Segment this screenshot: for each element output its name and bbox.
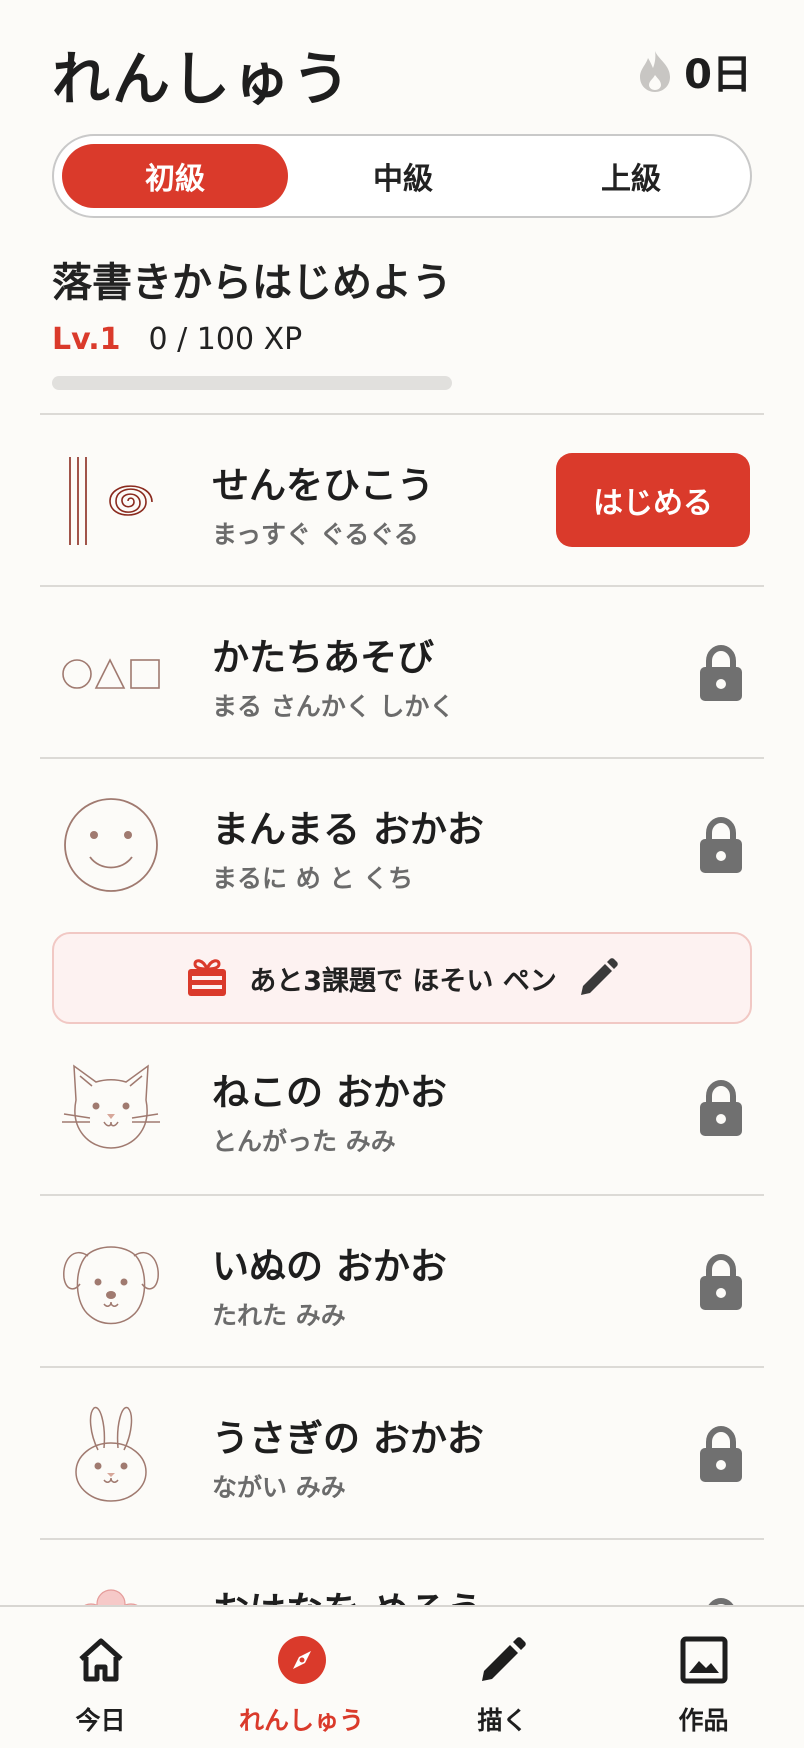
lock-icon xyxy=(700,1254,742,1310)
lesson-name: まんまる おかお xyxy=(212,808,484,851)
lesson-name: せんをひこう xyxy=(212,464,434,507)
page-title: れんしゅう xyxy=(52,45,353,113)
bottom-nav: 今日 れんしゅう 描く 作品 xyxy=(0,1605,804,1748)
nav-label: れんしゅう xyxy=(238,1706,364,1735)
lesson-name: ねこの おかお xyxy=(212,1071,447,1114)
lesson-row[interactable]: せんをひこう まっすぐ ぐるぐる はじめる xyxy=(40,413,764,585)
lesson-row[interactable]: かたちあそび まる さんかく しかく xyxy=(40,585,764,757)
tab-intermediate[interactable]: 中級 xyxy=(290,144,516,208)
rabbit-face-icon xyxy=(75,1406,147,1502)
lesson-description: ながい みみ xyxy=(212,1473,346,1502)
pencil-icon xyxy=(580,958,618,995)
lock-icon xyxy=(700,645,742,701)
nav-practice[interactable]: れんしゅう xyxy=(201,1607,402,1748)
flame-icon xyxy=(640,51,671,92)
level-row: Lv.1 0 / 100 XP xyxy=(52,322,302,357)
lesson-row[interactable]: いぬの おかお たれた みみ xyxy=(40,1194,764,1366)
nav-label: 今日 xyxy=(75,1706,126,1735)
cat-face-icon xyxy=(62,1064,160,1149)
gallery-icon xyxy=(680,1636,728,1684)
reward-banner: あと3課題で ほそい ペン xyxy=(52,932,752,1024)
lesson-description: まるに め と くち xyxy=(212,864,414,893)
streak-counter: 0日 xyxy=(636,42,752,100)
streak-days: 0日 xyxy=(684,52,752,98)
lesson-row[interactable]: うさぎの おかお ながい みみ xyxy=(40,1366,764,1538)
nav-draw[interactable]: 描く xyxy=(402,1607,603,1748)
nav-gallery[interactable]: 作品 xyxy=(603,1607,804,1748)
smiley-face-icon xyxy=(64,798,158,892)
section-title: 落書きからはじめよう xyxy=(52,260,452,306)
nav-label: 作品 xyxy=(678,1706,729,1735)
compass-icon xyxy=(278,1636,326,1684)
lesson-name: いぬの おかお xyxy=(212,1245,447,1288)
lock-icon xyxy=(700,1426,742,1482)
lesson-row[interactable]: まんまる おかお まるに め と くち xyxy=(40,757,764,929)
gift-icon xyxy=(188,959,227,996)
lesson-description: とんがった みみ xyxy=(212,1127,396,1156)
home-icon xyxy=(79,1638,123,1682)
xp-progress-bar xyxy=(52,376,452,390)
xp-text: 0 / 100 XP xyxy=(148,322,303,357)
lesson-description: まっすぐ ぐるぐる xyxy=(212,520,419,549)
lock-icon xyxy=(700,1080,742,1136)
reward-text: あと3課題で ほそい ペン xyxy=(249,965,557,997)
lesson-name: うさぎの おかお xyxy=(212,1417,484,1460)
nav-today[interactable]: 今日 xyxy=(0,1607,201,1748)
lesson-name: かたちあそび xyxy=(212,636,434,679)
nav-label: 描く xyxy=(477,1706,528,1735)
lesson-description: たれた みみ xyxy=(212,1301,346,1330)
shapes-icon xyxy=(62,658,160,689)
lesson-row[interactable]: ねこの おかお とんがった みみ xyxy=(40,1022,764,1194)
dog-face-icon xyxy=(63,1246,159,1325)
level-label: Lv.1 xyxy=(52,322,121,357)
tab-beginner[interactable]: 初級 xyxy=(62,144,288,208)
practice-screen: れんしゅう 0日 初級 中級 上級 落書きからはじめよう Lv.1 0 / 10… xyxy=(0,0,804,1748)
level-tabs: 初級 中級 上級 xyxy=(52,134,752,218)
pencil-icon xyxy=(482,1637,526,1681)
lesson-description: まる さんかく しかく xyxy=(212,692,455,721)
header: れんしゅう 0日 xyxy=(0,0,804,130)
tab-advanced[interactable]: 上級 xyxy=(518,144,744,208)
lines-spiral-icon xyxy=(69,457,153,545)
lock-icon xyxy=(700,817,742,873)
start-button[interactable]: はじめる xyxy=(556,453,750,547)
